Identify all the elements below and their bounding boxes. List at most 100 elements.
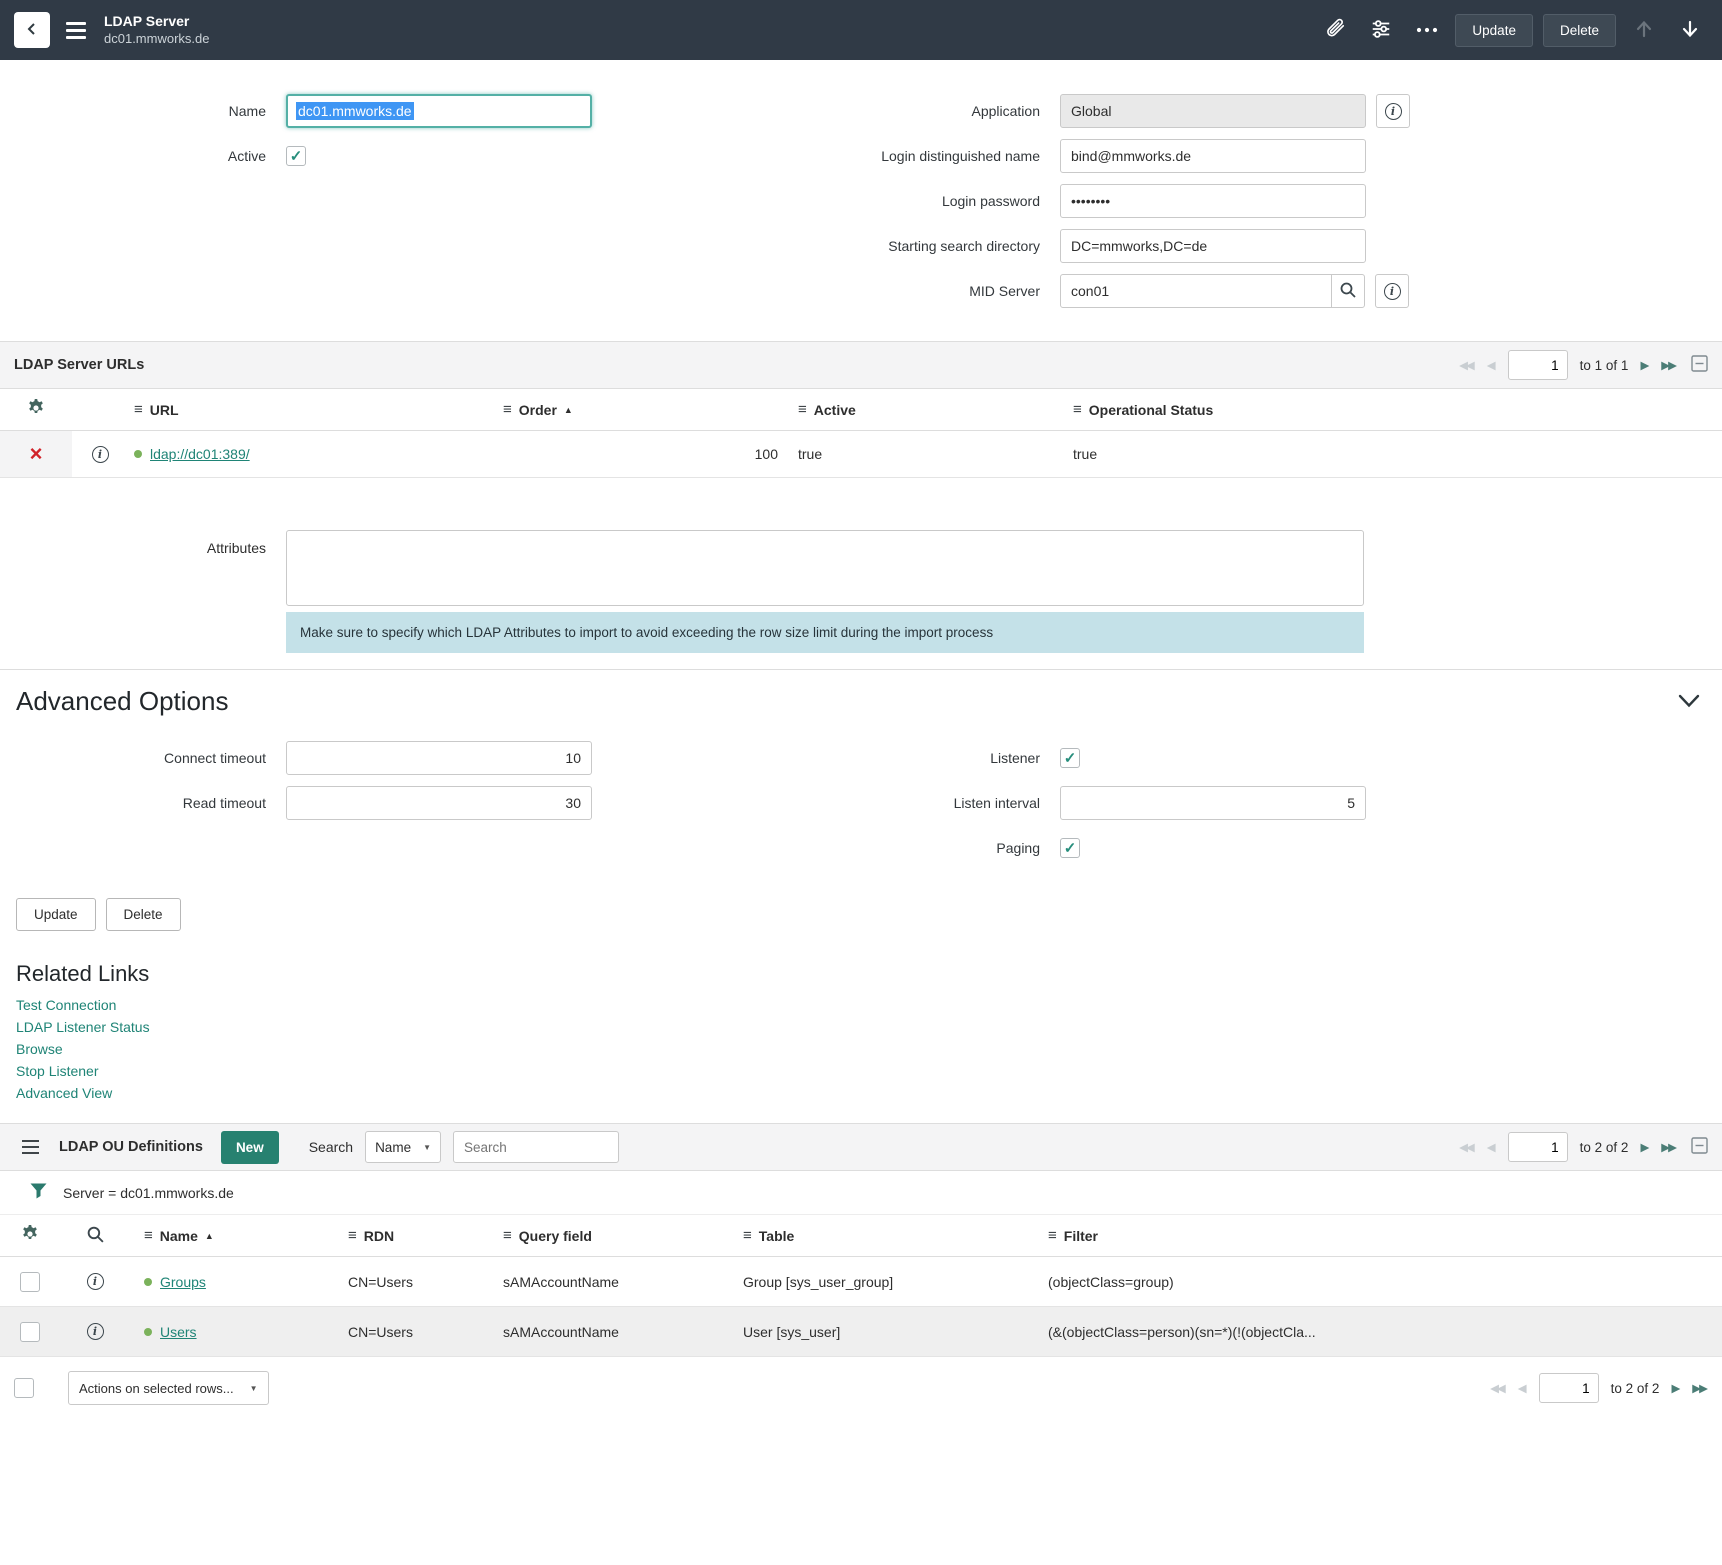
previous-page-button[interactable]: ◀ <box>1487 358 1496 372</box>
column-header-active[interactable]: ≡ Active <box>792 401 1067 418</box>
column-search-cell <box>60 1215 130 1256</box>
collapse-section-button[interactable] <box>1678 694 1700 711</box>
preview-record-icon[interactable]: i <box>87 1273 104 1290</box>
first-page-button[interactable]: ◀◀ <box>1459 1140 1475 1154</box>
select-all-checkbox[interactable] <box>14 1378 34 1398</box>
delete-button-header[interactable]: Delete <box>1543 14 1616 47</box>
info-icon: i <box>1384 283 1401 300</box>
starting-search-directory-input[interactable] <box>1060 229 1366 263</box>
actions-on-selected-rows-select[interactable]: Actions on selected rows... ▼ <box>68 1371 269 1405</box>
last-page-button[interactable]: ▶▶ <box>1661 358 1677 372</box>
mid-server-info-button[interactable]: i <box>1375 274 1409 308</box>
attachments-button[interactable] <box>1317 12 1353 48</box>
column-header-operational-status[interactable]: ≡ Operational Status <box>1067 401 1722 418</box>
context-menu-icon[interactable] <box>60 16 92 45</box>
bar <box>66 36 86 39</box>
mid-server-lookup-button[interactable] <box>1331 274 1365 308</box>
next-page-button[interactable]: ▶ <box>1671 1381 1680 1395</box>
column-header-url[interactable]: ≡ URL <box>128 401 497 418</box>
row-select-cell <box>0 1257 60 1306</box>
application-label: Application <box>656 103 1060 119</box>
back-button[interactable] <box>14 12 50 48</box>
update-button-header[interactable]: Update <box>1455 14 1533 47</box>
login-dn-label: Login distinguished name <box>656 148 1060 164</box>
column-header-query-field[interactable]: ≡ Query field <box>497 1227 737 1244</box>
delete-button[interactable]: Delete <box>106 898 181 931</box>
bar <box>22 1152 39 1155</box>
listener-checkbox[interactable]: ✓ <box>1060 748 1080 768</box>
previous-record-button[interactable] <box>1626 12 1662 48</box>
next-record-button[interactable] <box>1672 12 1708 48</box>
collapse-list-button[interactable] <box>1691 355 1708 375</box>
row-select-cell <box>0 1307 60 1356</box>
paging-checkbox[interactable]: ✓ <box>1060 838 1080 858</box>
new-button[interactable]: New <box>221 1131 279 1164</box>
login-dn-input[interactable] <box>1060 139 1366 173</box>
previous-page-button[interactable]: ◀ <box>1518 1381 1527 1395</box>
app-header: LDAP Server dc01.mmworks.de Update Delet… <box>0 0 1722 60</box>
first-page-button[interactable]: ◀◀ <box>1459 358 1475 372</box>
filter-funnel-icon[interactable] <box>30 1183 47 1202</box>
name-input[interactable]: dc01.mmworks.de <box>286 94 592 128</box>
related-link-ldap-listener-status[interactable]: LDAP Listener Status <box>16 1019 1706 1035</box>
ou-table-header: ≡ Name ▲ ≡ RDN ≡ Query field ≡ Table ≡ F… <box>0 1215 1722 1257</box>
more-options-button[interactable] <box>1409 12 1445 48</box>
related-link-test-connection[interactable]: Test Connection <box>16 997 1706 1013</box>
column-menu-icon: ≡ <box>348 1227 357 1244</box>
next-page-button[interactable]: ▶ <box>1640 1140 1649 1154</box>
listen-interval-input[interactable] <box>1060 786 1366 820</box>
page-input[interactable] <box>1508 350 1568 380</box>
gear-icon[interactable] <box>20 1224 40 1247</box>
gear-icon[interactable] <box>26 398 46 421</box>
column-header-name[interactable]: ≡ Name ▲ <box>130 1227 342 1244</box>
login-password-input[interactable] <box>1060 184 1366 218</box>
search-input[interactable] <box>453 1131 619 1163</box>
advanced-options-title: Advanced Options <box>0 686 1722 717</box>
mid-server-field <box>1060 274 1365 308</box>
last-page-button[interactable]: ▶▶ <box>1661 1140 1677 1154</box>
search-field-select[interactable]: Name ▼ <box>365 1131 441 1163</box>
next-page-button[interactable]: ▶ <box>1640 358 1649 372</box>
list-context-menu-icon[interactable] <box>14 1132 47 1163</box>
application-info-button[interactable]: i <box>1376 94 1410 128</box>
personalize-form-button[interactable] <box>1363 12 1399 48</box>
mid-server-input[interactable] <box>1060 274 1332 308</box>
delete-row-icon[interactable]: × <box>30 443 43 465</box>
record-link[interactable]: Users <box>160 1324 197 1340</box>
column-menu-icon: ≡ <box>1048 1227 1057 1244</box>
page-input[interactable] <box>1539 1373 1599 1403</box>
column-header-table[interactable]: ≡ Table <box>737 1227 1042 1244</box>
row-checkbox[interactable] <box>20 1322 40 1342</box>
caret-down-icon: ▼ <box>250 1384 258 1393</box>
connect-timeout-input[interactable] <box>286 741 592 775</box>
related-link-advanced-view[interactable]: Advanced View <box>16 1085 1706 1101</box>
url-link[interactable]: ldap://dc01:389/ <box>150 446 250 462</box>
filter-breadcrumb[interactable]: Server = dc01.mmworks.de <box>63 1185 234 1201</box>
column-header-order[interactable]: ≡ Order ▲ <box>497 401 792 418</box>
login-password-label: Login password <box>656 193 1060 209</box>
bar <box>66 22 86 25</box>
first-page-button[interactable]: ◀◀ <box>1490 1381 1506 1395</box>
update-button[interactable]: Update <box>16 898 96 931</box>
arrow-up-icon <box>1634 19 1654 42</box>
last-page-button[interactable]: ▶▶ <box>1692 1381 1708 1395</box>
collapse-list-button[interactable] <box>1691 1137 1708 1157</box>
preview-record-icon[interactable]: i <box>87 1323 104 1340</box>
read-timeout-input[interactable] <box>286 786 592 820</box>
filter-text: (&(objectClass=person)(sn=*)(!(objectCla… <box>1048 1324 1316 1340</box>
application-input[interactable] <box>1060 94 1366 128</box>
page-input[interactable] <box>1508 1132 1568 1162</box>
row-info-cell: i <box>60 1307 130 1356</box>
related-link-browse[interactable]: Browse <box>16 1041 1706 1057</box>
related-link-stop-listener[interactable]: Stop Listener <box>16 1063 1706 1079</box>
attributes-textarea[interactable] <box>286 530 1364 606</box>
preview-record-icon[interactable]: i <box>92 446 109 463</box>
previous-page-button[interactable]: ◀ <box>1487 1140 1496 1154</box>
active-checkbox[interactable]: ✓ <box>286 146 306 166</box>
column-header-rdn[interactable]: ≡ RDN <box>342 1227 497 1244</box>
row-checkbox[interactable] <box>20 1272 40 1292</box>
record-link[interactable]: Groups <box>160 1274 206 1290</box>
search-icon[interactable] <box>86 1225 105 1247</box>
query-field-cell: sAMAccountName <box>497 1324 737 1340</box>
column-header-filter[interactable]: ≡ Filter <box>1042 1227 1722 1244</box>
